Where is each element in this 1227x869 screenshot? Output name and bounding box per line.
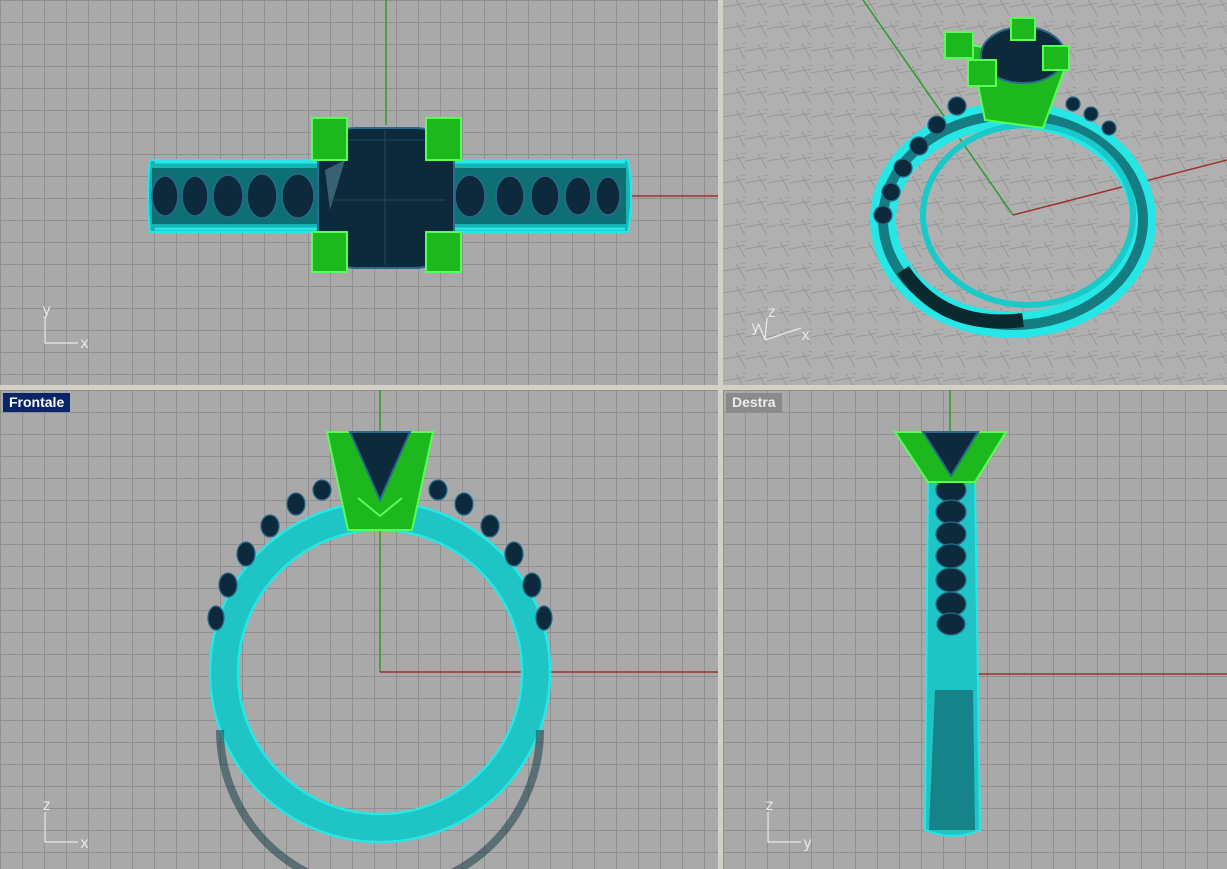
axis-label-y: y [751,318,760,336]
head-right [893,431,1008,483]
axis-label-x: x [80,334,89,352]
viewport-front[interactable]: Frontale z x [0,390,718,869]
axis-label-x: x [801,326,810,344]
viewport-perspective[interactable]: y z x [723,0,1227,385]
viewport-right[interactable]: Destra z y [723,390,1227,869]
axis-indicator-right: z y [765,796,812,852]
axis-indicator-perspective: y z x [751,303,810,344]
axis-indicator-top: y x [42,301,89,352]
axis-label-z: z [767,303,776,321]
axis-indicator-front: z x [42,796,89,852]
axis-label-z: z [765,796,774,814]
axis-label-y: y [42,301,51,319]
viewport-top[interactable]: y x [0,0,718,385]
axis-label-y: y [803,834,812,852]
axis-label-x: x [80,834,89,852]
axis-label-z: z [42,796,51,814]
